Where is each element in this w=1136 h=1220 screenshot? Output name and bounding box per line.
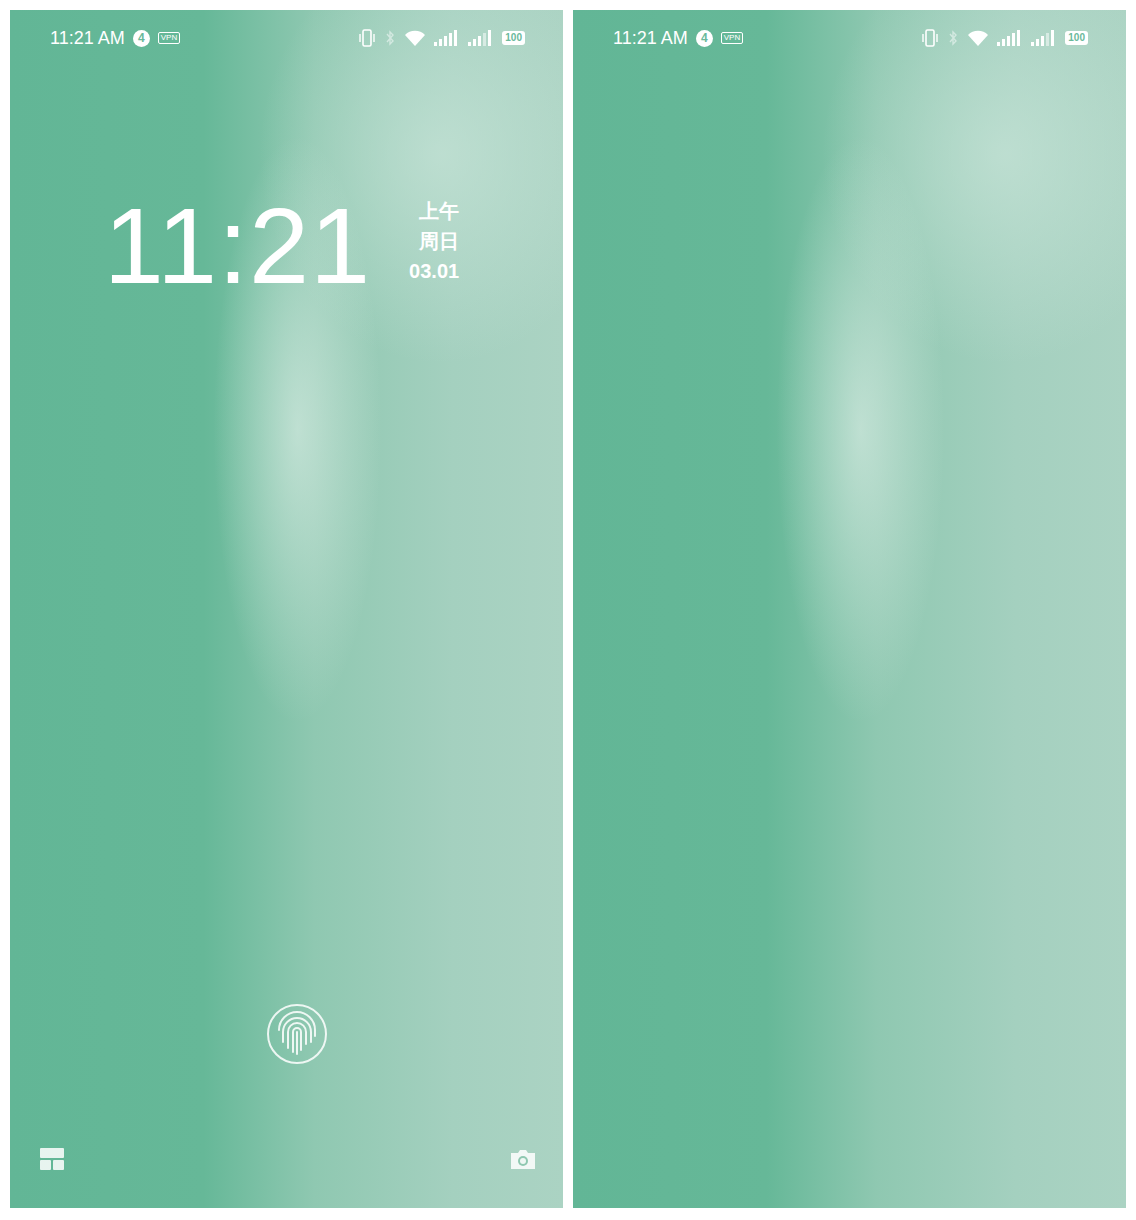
signal-icon [1031, 30, 1057, 46]
status-left: 11:21 AM 4 VPN [613, 28, 743, 49]
lock-clock: 11:21 上午周日03.01 [10, 192, 563, 300]
wallpaper [573, 66, 1126, 1208]
notification-badge: 4 [696, 30, 713, 47]
status-right: 100 [358, 28, 525, 48]
status-bar: 11:21 AM 4 VPN 100 [573, 10, 1126, 66]
battery-indicator: 100 [502, 31, 525, 45]
fingerprint-area [10, 1002, 563, 1066]
status-bar: 11:21 AM 4 VPN 100 [10, 10, 563, 66]
status-left: 11:21 AM 4 VPN [50, 28, 180, 49]
status-right: 100 [921, 28, 1088, 48]
vibrate-icon [358, 28, 376, 48]
signal-icon [434, 30, 460, 46]
bluetooth-icon [947, 29, 959, 47]
bluetooth-icon [384, 29, 396, 47]
vibrate-icon [921, 28, 939, 48]
vpn-indicator: VPN [158, 32, 180, 44]
clock-weekday: 周日 [419, 226, 459, 256]
signal-icon [997, 30, 1023, 46]
phone-screen: 11:21 AM 4 VPN 100 [573, 10, 1126, 1208]
fingerprint-icon[interactable] [265, 1002, 329, 1066]
clock-date: 上午周日03.01 [409, 192, 459, 286]
battery-indicator: 100 [1065, 31, 1088, 45]
wallpaper [10, 300, 563, 1002]
clock-time: 11:21 [104, 192, 371, 300]
clock-period: 上午 [419, 196, 459, 226]
notification-badge: 4 [133, 30, 150, 47]
status-time: 11:21 AM [613, 28, 688, 49]
shortcut-bar [10, 1134, 563, 1208]
wifi-icon [404, 29, 426, 47]
phone-screen: 11:21 AM 4 VPN 100 11:21 上午周日03.01 [10, 10, 563, 1208]
status-time: 11:21 AM [50, 28, 125, 49]
signal-icon [468, 30, 494, 46]
clock-date-text: 03.01 [409, 256, 459, 286]
vpn-indicator: VPN [721, 32, 743, 44]
wifi-icon [967, 29, 989, 47]
widget-icon[interactable] [40, 1148, 64, 1170]
camera-icon[interactable] [509, 1148, 537, 1170]
